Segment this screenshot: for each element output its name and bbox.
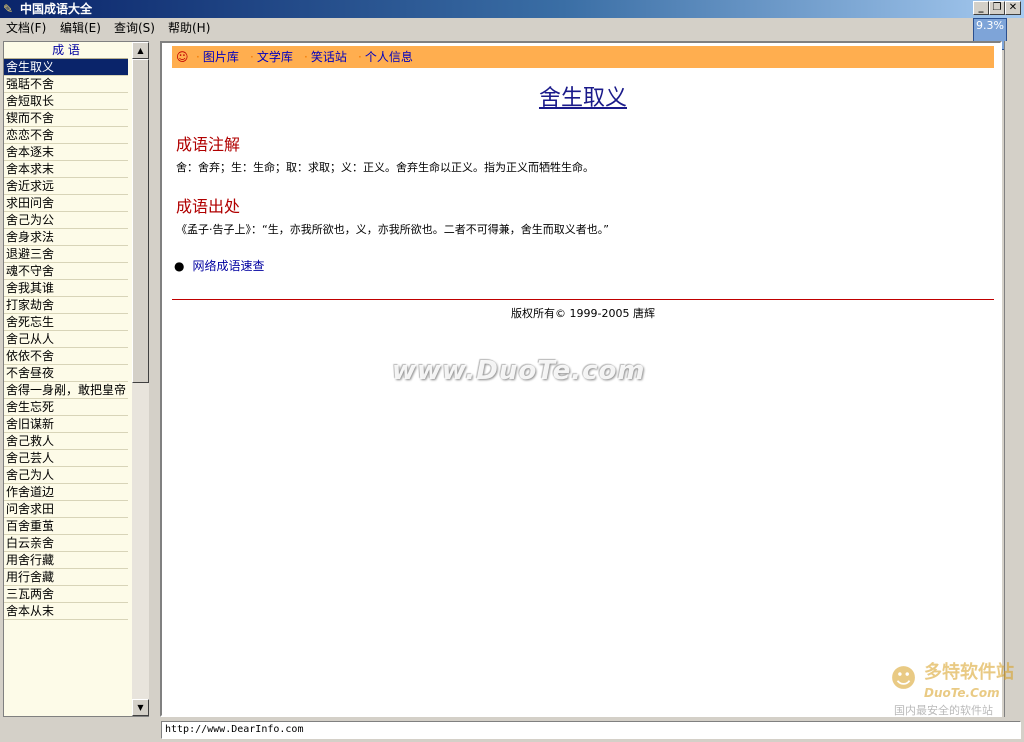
watermark-center: www.DuoTe.com (392, 356, 646, 386)
idiom-list-item[interactable]: 舍生忘死 (4, 399, 128, 416)
idiom-list-item[interactable]: 舍己为人 (4, 467, 128, 484)
idiom-list-item[interactable]: 白云亲舍 (4, 535, 128, 552)
nav-link-gallery[interactable]: · 图片库 (196, 50, 239, 64)
bullet-icon: ● (174, 259, 185, 273)
status-url: http://www.DearInfo.com (165, 724, 304, 735)
section-origin-text: 《孟子·告子上》：“生，亦我所欲也，义，亦我所欲也。二者不可得兼，舍生而取义者也… (176, 223, 609, 236)
menu-help[interactable]: 帮助(H) (168, 21, 210, 35)
idiom-list-item[interactable]: 求田问舍 (4, 195, 128, 212)
copyright-text: 版权所有© 1999-2005 唐辉 (511, 307, 655, 320)
idiom-list-item[interactable]: 用行舍藏 (4, 569, 128, 586)
idiom-list-item[interactable]: 舍得一身剐，敢把皇帝 (4, 382, 128, 399)
divider (172, 299, 994, 300)
nav-dot-icon: · (250, 50, 254, 64)
idiom-list-item[interactable]: 用舍行藏 (4, 552, 128, 569)
section-origin-title: 成语出处 (176, 197, 241, 216)
app-book-icon: ✎ (3, 2, 14, 16)
idiom-list: 舍生取义 强聒不舍 舍短取长 锲而不舍 恋恋不舍 舍本逐末 舍本求末 舍近求远 求田问舍 舍己为公… (4, 59, 128, 620)
nav-bar: ☺ · 图片库 · 文学库 · 笑话站 · 个人信息 (172, 46, 994, 68)
smiley-icon: ☺ (176, 50, 189, 64)
window-title: 中国成语大全 (20, 2, 93, 16)
idiom-list-item[interactable]: 舍生取义 (4, 59, 128, 76)
idiom-list-item[interactable]: 锲而不舍 (4, 110, 128, 127)
idiom-list-item[interactable]: 魂不守舍 (4, 263, 128, 280)
mascot-icon: ☻ (890, 664, 918, 694)
idiom-list-panel: 成 语 舍生取义 强聒不舍 舍短取长 锲而不舍 恋恋不舍 舍本逐末 舍本求末 舍近求远 求田问舍… (3, 41, 149, 717)
menu-bar: 文档(F) 编辑(E) 查询(S) 帮助(H) (0, 18, 970, 38)
watermark-logo-main: 多特软件站 (924, 662, 1014, 683)
watermark-logo-url: DuoTe.Com (924, 686, 1000, 700)
idiom-title[interactable]: 舍生取义 (172, 85, 994, 113)
nav-link-jokes-label: 笑话站 (310, 50, 347, 64)
status-bar: http://www.DearInfo.com (161, 721, 1021, 739)
idiom-list-header: 成 语 (4, 42, 128, 59)
idiom-list-item[interactable]: 退避三舍 (4, 246, 128, 263)
idiom-list-item[interactable]: 舍旧谋新 (4, 416, 128, 433)
restore-button[interactable]: ❐ (989, 1, 1005, 15)
nav-link-literature[interactable]: · 文学库 (250, 50, 293, 64)
scroll-up-arrow-icon[interactable]: ▲ (132, 42, 149, 59)
nav-link-jokes[interactable]: · 笑话站 (304, 50, 347, 64)
idiom-list-item[interactable]: 舍我其谁 (4, 280, 128, 297)
idiom-list-item[interactable]: 打家劫舍 (4, 297, 128, 314)
idiom-list-item[interactable]: 舍短取长 (4, 93, 128, 110)
menu-file[interactable]: 文档(F) (6, 21, 46, 35)
idiom-list-item[interactable]: 舍己为公 (4, 212, 128, 229)
section-annotation-title: 成语注解 (176, 135, 241, 154)
nav-link-gallery-label: 图片库 (202, 50, 239, 64)
quick-lookup-link[interactable]: 网络成语速查 (192, 259, 264, 273)
idiom-list-item[interactable]: 不舍昼夜 (4, 365, 128, 382)
menu-search[interactable]: 查询(S) (114, 21, 155, 35)
idiom-list-scrollbar[interactable]: ▲ ▼ (132, 42, 149, 716)
idiom-list-item[interactable]: 恋恋不舍 (4, 127, 128, 144)
idiom-list-item[interactable]: 舍己救人 (4, 433, 128, 450)
nav-dot-icon: · (196, 50, 200, 64)
minimize-button[interactable]: _ (973, 1, 989, 15)
idiom-list-item[interactable]: 依依不舍 (4, 348, 128, 365)
idiom-list-item[interactable]: 舍死忘生 (4, 314, 128, 331)
quick-lookup-item: ● 网络成语速查 (174, 259, 265, 273)
idiom-list-item[interactable]: 百舍重茧 (4, 518, 128, 535)
idiom-list-item[interactable]: 舍己从人 (4, 331, 128, 348)
cpu-usage-value: 9.3% (976, 19, 1004, 32)
nav-dot-icon: · (358, 50, 362, 64)
idiom-list-item[interactable]: 问舍求田 (4, 501, 128, 518)
nav-link-literature-label: 文学库 (256, 50, 293, 64)
idiom-list-item[interactable]: 舍本从末 (4, 603, 128, 620)
menu-edit[interactable]: 编辑(E) (60, 21, 101, 35)
close-button[interactable]: ✕ (1005, 1, 1021, 15)
idiom-list-item[interactable]: 三瓦两舍 (4, 586, 128, 603)
nav-dot-icon: · (304, 50, 308, 64)
watermark-logo: ☻ 多特软件站 DuoTe.Com 国内最安全的软件站 (888, 660, 1020, 722)
nav-link-personal-info-label: 个人信息 (364, 50, 413, 64)
idiom-list-item[interactable]: 作舍道边 (4, 484, 128, 501)
idiom-list-item[interactable]: 舍近求远 (4, 178, 128, 195)
watermark-logo-sub: 国内最安全的软件站 (894, 704, 993, 717)
idiom-list-item[interactable]: 舍身求法 (4, 229, 128, 246)
idiom-list-item[interactable]: 舍本求末 (4, 161, 128, 178)
idiom-list-item[interactable]: 舍己芸人 (4, 450, 128, 467)
idiom-list-item[interactable]: 强聒不舍 (4, 76, 128, 93)
scroll-down-arrow-icon[interactable]: ▼ (132, 699, 149, 716)
title-bar[interactable]: ✎ 中国成语大全 (0, 0, 1024, 18)
section-annotation-text: 舍：舍弃；生：生命；取：求取；义：正义。舍弃生命以正义。指为正义而牺牲生命。 (176, 161, 594, 174)
idiom-list-scroll-thumb[interactable] (132, 59, 149, 383)
idiom-list-item[interactable]: 舍本逐末 (4, 144, 128, 161)
nav-link-personal-info[interactable]: · 个人信息 (358, 50, 413, 64)
content-scrollbar[interactable] (1004, 41, 1021, 717)
